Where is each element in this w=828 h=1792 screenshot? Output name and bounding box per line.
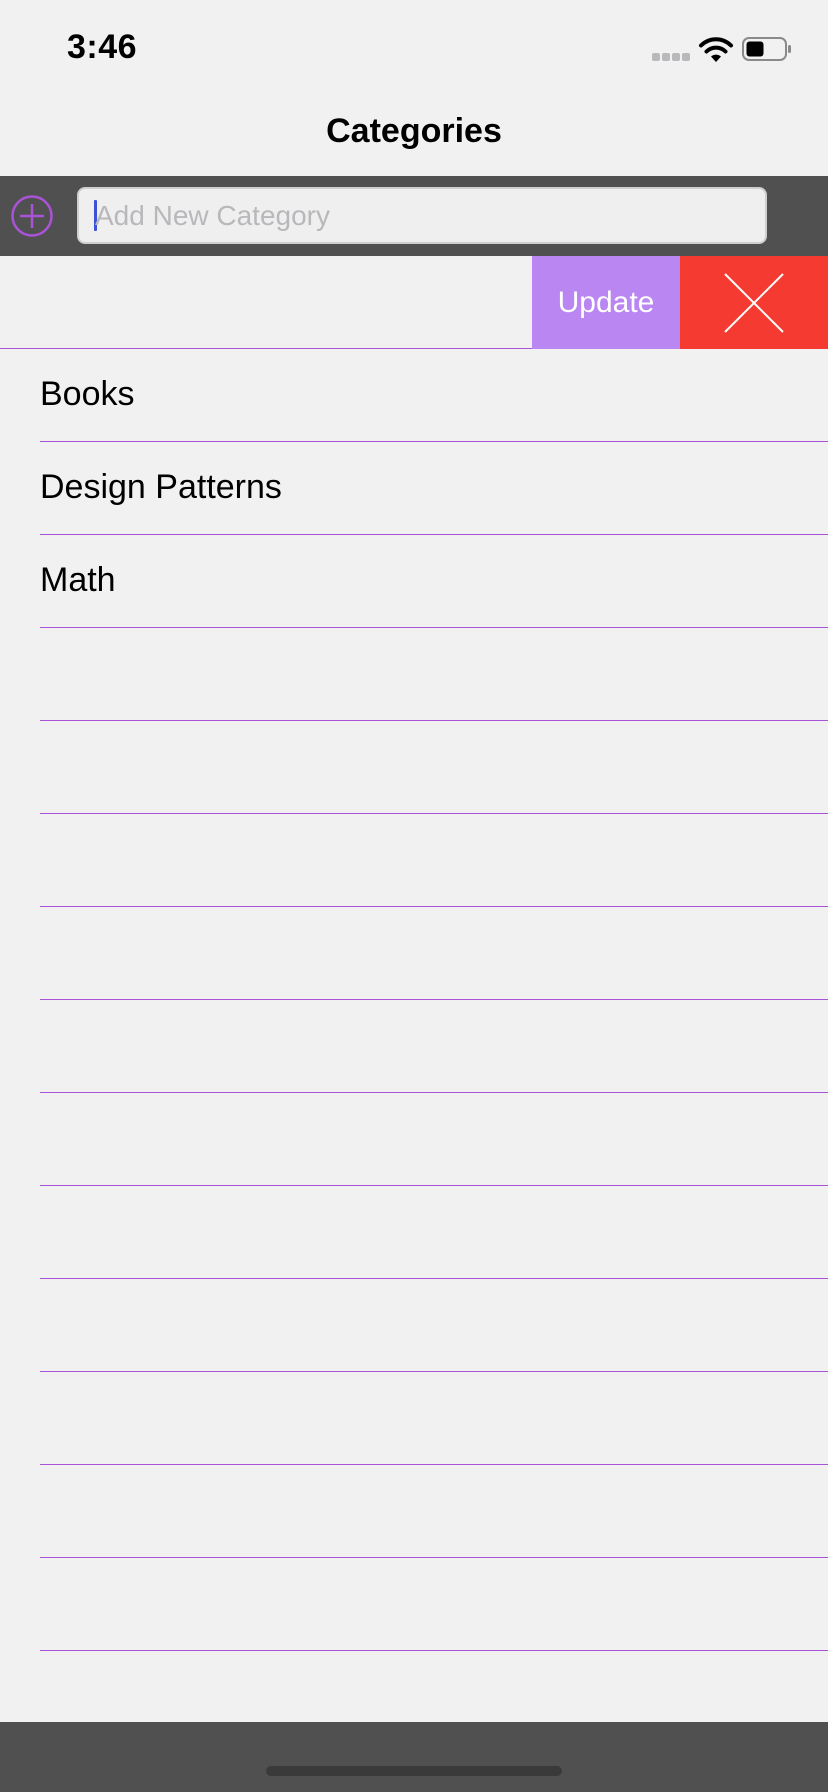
cellular-signal-icon: [652, 53, 690, 63]
wifi-icon: [699, 37, 733, 62]
category-label: Books: [40, 375, 135, 413]
empty-row: [40, 814, 828, 907]
close-icon: [724, 272, 784, 333]
page-title: Categories: [326, 112, 502, 150]
category-row-design-patterns[interactable]: Design Patterns: [40, 442, 828, 535]
category-list: Books Design Patterns Math: [0, 349, 828, 1651]
home-indicator[interactable]: [266, 1766, 562, 1776]
battery-icon: [742, 37, 791, 61]
category-input[interactable]: [95, 189, 755, 242]
bottom-bar: [0, 1722, 828, 1792]
status-bar: 3:46: [0, 0, 828, 92]
empty-row: [40, 907, 828, 1000]
delete-button[interactable]: [680, 256, 828, 349]
category-label: Design Patterns: [40, 468, 282, 506]
empty-row: [40, 721, 828, 814]
empty-row: [40, 1372, 828, 1465]
update-button[interactable]: Update: [532, 256, 680, 349]
add-category-button[interactable]: [10, 194, 54, 238]
category-label: Math: [40, 561, 116, 599]
empty-row: [40, 1558, 828, 1651]
empty-row: [40, 1465, 828, 1558]
add-category-toolbar: [0, 176, 828, 256]
empty-row: [40, 1093, 828, 1186]
category-row-math[interactable]: Math: [40, 535, 828, 628]
empty-row: [40, 1000, 828, 1093]
category-input-field[interactable]: [77, 187, 767, 244]
navigation-bar: Categories: [0, 92, 828, 176]
swiped-table-row[interactable]: Update: [0, 256, 828, 349]
category-row-books[interactable]: Books: [40, 349, 828, 442]
empty-row: [40, 1279, 828, 1372]
empty-row: [40, 628, 828, 721]
empty-row: [40, 1186, 828, 1279]
status-time: 3:46: [67, 28, 138, 66]
